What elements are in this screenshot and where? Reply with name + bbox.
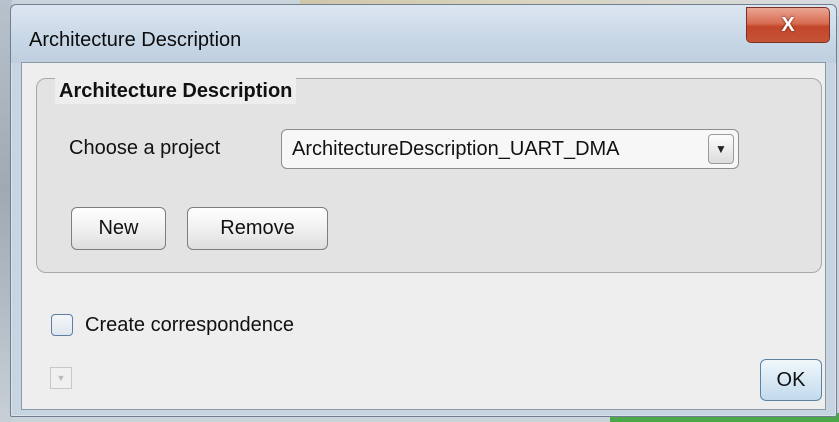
architecture-description-group: Architecture Description Choose a projec… (36, 78, 822, 273)
create-correspondence-label[interactable]: Create correspondence (85, 314, 294, 337)
title-bar[interactable]: Architecture Description X (11, 5, 836, 63)
expand-arrow-button[interactable]: ▼ (50, 367, 72, 389)
project-select-value: ArchitectureDescription_UART_DMA (292, 138, 620, 160)
new-button[interactable]: New (71, 207, 166, 250)
close-icon: X (781, 13, 795, 36)
caret-down-icon[interactable]: ▼ (708, 134, 734, 164)
group-legend: Architecture Description (55, 78, 297, 104)
close-button[interactable]: X (746, 7, 830, 43)
chevron-down-icon: ▼ (56, 373, 66, 383)
ok-button[interactable]: OK (760, 359, 822, 401)
remove-button[interactable]: Remove (187, 207, 328, 250)
dialog-window: Architecture Description X Architecture … (10, 4, 837, 417)
create-correspondence-checkbox[interactable] (51, 314, 73, 336)
window-title: Architecture Description (29, 29, 242, 51)
project-label: Choose a project (69, 137, 221, 159)
project-select[interactable]: ArchitectureDescription_UART_DMA ▼ (281, 129, 739, 169)
dialog-content: Architecture Description Choose a projec… (21, 62, 826, 410)
